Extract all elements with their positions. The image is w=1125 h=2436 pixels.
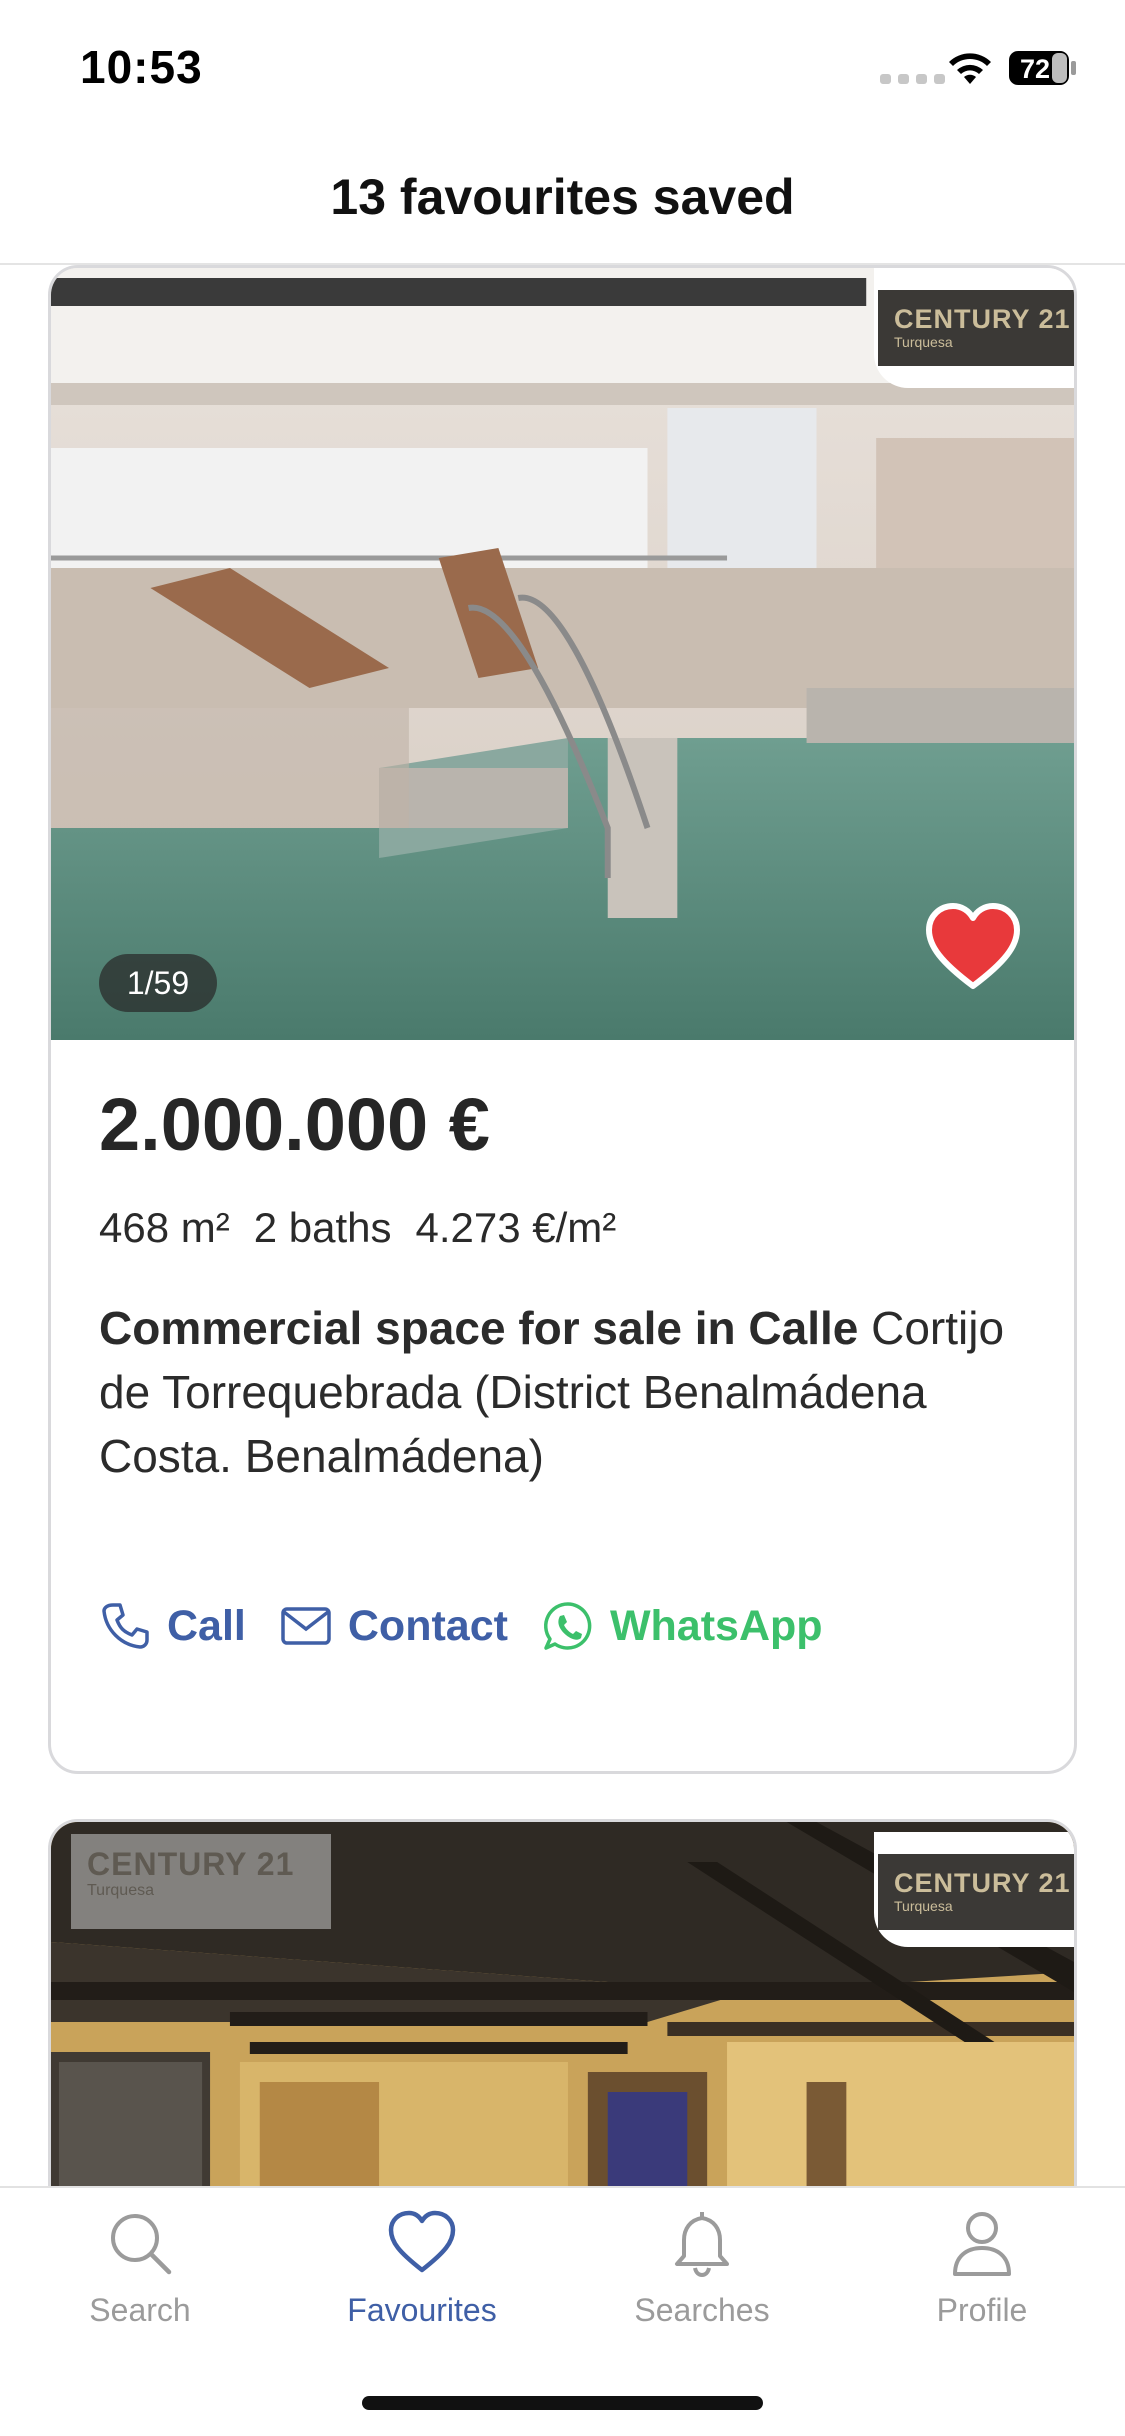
watermark-office: Turquesa	[87, 1882, 154, 1899]
contact-label: Contact	[347, 1601, 508, 1650]
tab-label: Searches	[634, 2292, 770, 2328]
call-button[interactable]: Call	[99, 1600, 246, 1652]
page-header: 13 favourites saved	[0, 130, 1125, 265]
agency-office: Turquesa	[894, 1898, 953, 1914]
photo-watermark-logo: CENTURY 21 Turquesa	[71, 1834, 331, 1929]
signal-icon	[880, 74, 945, 84]
agency-logo: CENTURY 21 Turquesa	[874, 1832, 1074, 1947]
contact-button[interactable]: Contact	[280, 1600, 508, 1652]
feature-baths: 2 baths	[253, 1204, 392, 1251]
agency-name: CENTURY 21	[894, 304, 1071, 334]
tab-favourites[interactable]: Favourites	[322, 2206, 522, 2329]
search-icon	[111, 2214, 172, 2275]
person-icon	[953, 2212, 1011, 2276]
page-title: 13 favourites saved	[330, 169, 795, 225]
agency-office: Turquesa	[894, 334, 953, 350]
feature-area: 468 m²	[99, 1204, 230, 1251]
watermark-name: CENTURY 21	[87, 1846, 295, 1882]
listing-title[interactable]: Commercial space for sale in Calle Corti…	[99, 1296, 1039, 1488]
tab-label: Favourites	[347, 2292, 497, 2328]
mail-icon	[281, 1607, 331, 1645]
listing-details: 2.000.000 € 468 m² 2 baths 4.273 €/m² Co…	[99, 1080, 1039, 1650]
listing-features: 468 m² 2 baths 4.273 €/m²	[99, 1200, 1039, 1256]
listing-card[interactable]: CENTURY 21 Turquesa 1/59 2.000.000 € 468…	[48, 265, 1077, 1774]
favourite-heart-icon[interactable]	[923, 898, 1023, 998]
call-label: Call	[167, 1601, 246, 1650]
listing-title-type: Commercial space for sale in Calle	[99, 1302, 859, 1354]
tab-label: Search	[89, 2292, 191, 2328]
heart-icon	[388, 2210, 456, 2273]
tab-label: Profile	[936, 2292, 1028, 2328]
listing-photo-carousel[interactable]: CENTURY 21 Turquesa 1/59	[51, 268, 1074, 1040]
battery-level: 72	[1020, 54, 1050, 84]
whatsapp-label: WhatsApp	[609, 1601, 823, 1650]
feature-price-per-m2: 4.273 €/m²	[415, 1204, 617, 1251]
photo-counter: 1/59	[99, 954, 217, 1012]
home-indicator	[362, 2396, 763, 2410]
tab-searches[interactable]: Searches	[602, 2206, 802, 2329]
bell-icon	[675, 2212, 729, 2278]
status-bar: 10:53 72	[0, 0, 1125, 130]
whatsapp-icon	[543, 1602, 592, 1650]
listing-actions: Call Contact WhatsApp	[99, 1600, 857, 1652]
agency-logo: CENTURY 21 Turquesa	[874, 268, 1074, 388]
wifi-icon	[949, 53, 991, 84]
listing-price: 2.000.000 €	[99, 1083, 490, 1166]
whatsapp-button[interactable]: WhatsApp	[542, 1600, 823, 1652]
phone-icon	[102, 1603, 149, 1649]
tab-profile[interactable]: Profile	[882, 2206, 1082, 2329]
tab-search[interactable]: Search	[40, 2206, 240, 2329]
status-time: 10:53	[80, 41, 203, 93]
agency-name: CENTURY 21	[894, 1868, 1071, 1898]
battery-icon: 72	[1009, 51, 1076, 85]
